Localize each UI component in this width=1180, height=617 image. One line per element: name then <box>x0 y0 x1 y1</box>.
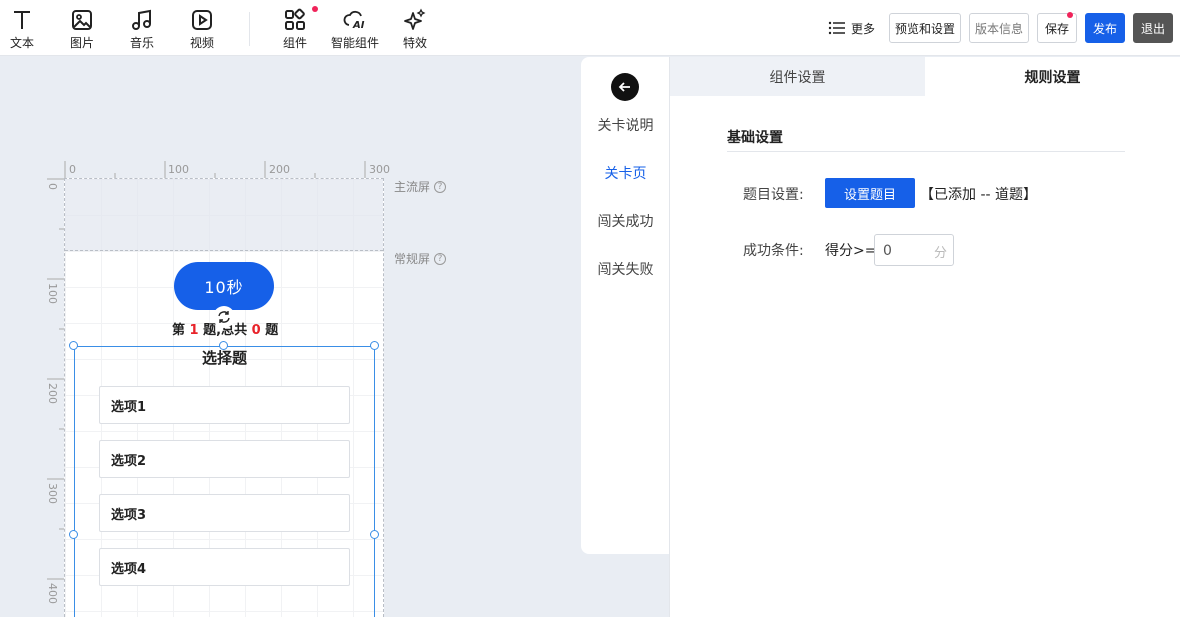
exit-button[interactable]: 退出 <box>1133 13 1173 43</box>
nav-level-description[interactable]: 关卡说明 <box>581 115 670 135</box>
horizontal-ruler: 0 100 200 300 <box>64 161 394 179</box>
normal-screen-text: 常规屏 <box>394 252 431 266</box>
image-icon <box>72 10 92 30</box>
top-toolbar: 文本 图片 音乐 视频 组件 AI 智能组件 特效 更多 预览和设置 版本信息 … <box>0 0 1180 56</box>
level-pages-nav: 关卡说明 关卡页 闯关成功 闯关失败 <box>581 57 670 554</box>
option-1[interactable]: 选项1 <box>99 386 350 424</box>
help-icon[interactable]: ? <box>434 252 447 265</box>
rotate-handle[interactable] <box>213 306 235 328</box>
preview-settings-button[interactable]: 预览和设置 <box>889 13 961 43</box>
tool-ai-component[interactable]: AI 智能组件 <box>325 6 385 52</box>
settings-panel: 组件设置 规则设置 基础设置 题目设置: 设置题目 【已添加 -- 道题】 成功… <box>669 57 1180 617</box>
video-icon <box>192 10 212 30</box>
progress-prefix: 第 <box>172 323 186 338</box>
option-4[interactable]: 选项4 <box>99 548 350 586</box>
arrow-left-icon <box>618 82 630 92</box>
tool-image[interactable]: 图片 <box>57 6 107 52</box>
text-icon <box>14 11 30 29</box>
progress-suffix: 题 <box>265 323 279 338</box>
score-unit: 分 <box>933 246 947 261</box>
nav-level-success[interactable]: 闯关成功 <box>581 211 670 231</box>
main-screen-zone <box>65 179 383 251</box>
new-badge <box>312 6 318 12</box>
rotate-icon <box>218 311 230 323</box>
nav-level-fail[interactable]: 闯关失败 <box>581 259 670 279</box>
ruler-label: 0 <box>46 183 59 190</box>
ruler-ticks <box>64 161 366 179</box>
tool-label: 视频 <box>189 36 214 50</box>
score-threshold-field[interactable]: 分 <box>874 234 954 266</box>
normal-screen-label: 常规屏 ? <box>394 250 447 267</box>
added-question-count: 【已添加 -- 道题】 <box>920 187 1038 203</box>
tool-text[interactable]: 文本 <box>0 6 47 52</box>
publish-button[interactable]: 发布 <box>1085 13 1125 43</box>
more-label: 更多 <box>851 21 876 36</box>
tool-effects[interactable]: 特效 <box>390 6 440 52</box>
sparkle-icon <box>404 8 426 30</box>
tab-component-settings[interactable]: 组件设置 <box>670 57 925 96</box>
ruler-label: 300 <box>46 483 59 504</box>
resize-handle-left[interactable] <box>69 530 78 539</box>
option-3[interactable]: 选项3 <box>99 494 350 532</box>
music-icon <box>132 9 151 30</box>
resize-handle-tr[interactable] <box>370 341 379 350</box>
tool-label: 智能组件 <box>330 36 379 50</box>
save-label: 保存 <box>1044 21 1069 36</box>
progress-current: 1 <box>189 323 199 338</box>
tool-label: 文本 <box>9 36 34 50</box>
unsaved-badge <box>1067 12 1073 18</box>
svg-text:AI: AI <box>352 20 365 31</box>
ruler-label: 300 <box>369 163 390 176</box>
more-menu[interactable]: 更多 <box>828 17 875 39</box>
success-condition-label: 成功条件: <box>743 243 804 259</box>
back-button[interactable] <box>611 73 639 101</box>
progress-total: 0 <box>251 323 261 338</box>
help-icon[interactable]: ? <box>434 180 447 193</box>
component-icon <box>285 8 305 30</box>
ruler-label: 0 <box>69 163 76 176</box>
resize-handle-right[interactable] <box>370 530 379 539</box>
resize-handle-tl[interactable] <box>69 341 78 350</box>
resize-handle-top[interactable] <box>219 341 228 350</box>
main-screen-text: 主流屏 <box>394 180 431 194</box>
section-title: 基础设置 <box>727 130 783 146</box>
set-question-button[interactable]: 设置题目 <box>825 178 915 208</box>
ruler-label: 100 <box>46 283 59 304</box>
toolbar-divider <box>249 12 250 46</box>
tool-label: 特效 <box>402 36 427 50</box>
version-info-button[interactable]: 版本信息 <box>969 13 1029 43</box>
main-screen-label: 主流屏 ? <box>394 178 447 195</box>
ruler-label: 100 <box>168 163 189 176</box>
nav-level-page[interactable]: 关卡页 <box>581 163 670 183</box>
save-button[interactable]: 保存 <box>1037 12 1077 43</box>
tab-rule-settings[interactable]: 规则设置 <box>925 57 1180 96</box>
tool-component[interactable]: 组件 <box>270 6 320 52</box>
score-prefix: 得分>= <box>825 243 877 259</box>
question-setting-label: 题目设置: <box>743 187 804 203</box>
ai-component-icon: AI <box>343 10 365 31</box>
tool-label: 组件 <box>282 36 307 50</box>
tool-label: 音乐 <box>129 36 154 50</box>
tool-label: 图片 <box>69 36 94 50</box>
vertical-ruler: 0 100 200 300 400 <box>45 178 65 617</box>
countdown-timer[interactable]: 10秒 <box>174 262 274 310</box>
question-title: 选择题 <box>201 349 247 367</box>
tool-video[interactable]: 视频 <box>177 6 227 52</box>
ruler-label: 200 <box>269 163 290 176</box>
ruler-label: 400 <box>46 583 59 604</box>
option-2[interactable]: 选项2 <box>99 440 350 478</box>
score-threshold-input[interactable] <box>883 241 933 261</box>
list-icon <box>828 21 845 35</box>
ruler-label: 200 <box>46 383 59 404</box>
section-divider <box>727 151 1125 152</box>
selected-question-component[interactable]: 选择题 选项1 选项2 选项3 选项4 <box>74 346 375 617</box>
tool-music[interactable]: 音乐 <box>117 6 167 52</box>
